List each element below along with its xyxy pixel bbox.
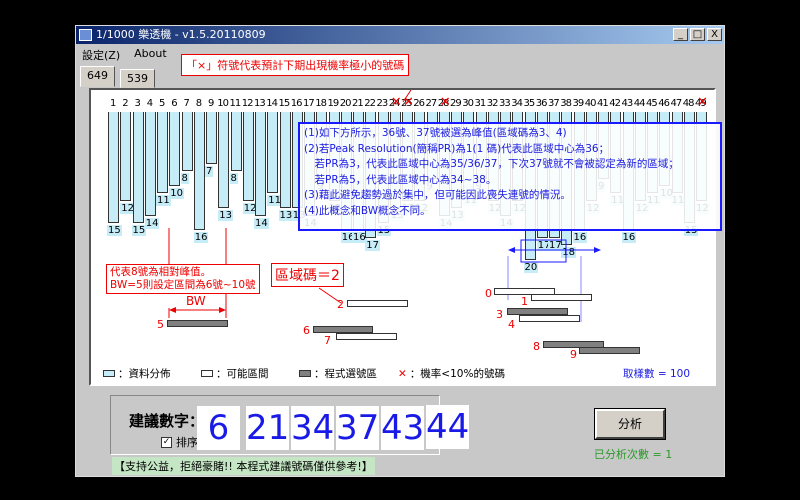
- legend-data: ：資料分佈: [103, 366, 171, 381]
- legend-label: ：程式選號區: [314, 368, 377, 380]
- analyze-button[interactable]: 分析: [594, 408, 666, 440]
- explanation-note: (1)如下方所示，36號、37號被選為峰值(區域碼為3、4) (2)若Peak …: [298, 122, 722, 231]
- bw-label: BW: [186, 294, 206, 308]
- sample-count: 取樣數 = 100: [623, 368, 691, 380]
- analysis-count: 已分析次數 = 1: [594, 448, 673, 461]
- bw-note: 代表8號為相對峰值。 BW=5則設定區間為6號~10號: [106, 264, 260, 294]
- interval-label: 8: [533, 340, 540, 353]
- app-window: 1/1000 樂透機 - v1.5.20110809 _ □ X 設定(Z) A…: [75, 25, 725, 477]
- interval-bar: [519, 315, 580, 322]
- region-box: [520, 239, 567, 263]
- interval-bar-selected: [507, 308, 568, 315]
- note-line: (1)如下方所示，36號、37號被選為峰值(區域碼為3、4): [304, 127, 567, 139]
- interval-bar: [347, 300, 408, 307]
- checkbox-checked-icon[interactable]: ✓: [161, 436, 172, 448]
- close-button[interactable]: X: [707, 28, 722, 41]
- chart-panel: 1 15 2 12 3 15 4 14 5 11 6 10 7 8 8 16 9 7 10 13 11 8 12 12 13 14…: [89, 88, 722, 386]
- window-title: 1/1000 樂透機 - v1.5.20110809: [96, 28, 266, 41]
- suggested-number: 34: [291, 406, 335, 450]
- menu-settings[interactable]: 設定(Z): [82, 47, 120, 63]
- suggested-number: 21: [246, 406, 290, 450]
- suggestion-panel: 建議數字： ✓ 排序 6 21 34 37 43: [110, 395, 440, 455]
- interval-label: 4: [508, 318, 515, 331]
- tab-649[interactable]: 649: [80, 66, 115, 87]
- interval-bar-selected: [579, 347, 640, 354]
- interval-label: 6: [303, 324, 310, 337]
- legend-cross: ✕ ：機率<10%的號碼: [398, 366, 505, 381]
- legend-swatch: [103, 370, 115, 377]
- interval-label: 5: [157, 318, 164, 331]
- suggested-number: 43: [381, 406, 425, 450]
- interval-label: 3: [496, 308, 503, 321]
- legend-label: ：機率<10%的號碼: [409, 368, 505, 380]
- minimize-button[interactable]: _: [673, 28, 688, 41]
- note-line: (3)藉此避免趨勢過於集中，但可能因此喪失連號的情況。: [304, 189, 571, 201]
- menu-about[interactable]: About: [134, 47, 167, 63]
- tab-539[interactable]: 539: [120, 69, 155, 88]
- legend-swatch: [201, 370, 213, 377]
- interval-bar: [531, 294, 592, 301]
- bw-note-line: 代表8號為相對峰值。: [110, 266, 212, 278]
- interval-label: 1: [521, 295, 528, 308]
- callout-leader-line: [402, 90, 412, 103]
- suggest-label: 建議數字：: [129, 412, 205, 430]
- suggested-number: 44: [426, 405, 470, 449]
- legend-label: ：資料分佈: [118, 368, 171, 380]
- interval-bar-selected: [167, 320, 228, 327]
- interval-label: 0: [485, 287, 492, 300]
- suggested-number: 6: [197, 406, 240, 450]
- note-line: 若PR為5，代表此區域中心為34~38。: [304, 173, 497, 186]
- note-line: 若PR為3，代表此區域中心為35/36/37，下次37號就不會被認定為新的區域；: [304, 158, 679, 170]
- cross-icon: ✕: [398, 367, 407, 380]
- suggested-number: 37: [336, 406, 380, 450]
- sort-label: 排序: [176, 436, 198, 449]
- footer-disclaimer: 【支持公益，拒絕豪賭!! 本程式建議號碼僅供參考!】: [112, 457, 375, 475]
- zone-code-note: 區域碼＝2: [271, 263, 344, 287]
- maximize-button[interactable]: □: [690, 28, 705, 41]
- exclusion-callout: 「×」符號代表預計下期出現機率極小的號碼: [181, 54, 410, 76]
- app-icon: [79, 29, 92, 41]
- note-line: (2)若Peak Resolution(簡稱PR)為1(1 碼)代表此區域中心為…: [304, 142, 610, 155]
- title-bar: 1/1000 樂透機 - v1.5.20110809 _ □ X: [76, 26, 724, 44]
- menu-bar: 設定(Z) About: [82, 47, 167, 63]
- bw-note-line: BW=5則設定區間為6號~10號: [110, 279, 256, 291]
- legend-selected: ：程式選號區: [299, 366, 377, 381]
- legend-swatch: [299, 370, 311, 377]
- legend-label: ：可能區間: [216, 368, 269, 380]
- note-line: (4)此概念和BW概念不同。: [304, 204, 431, 217]
- interval-bar-selected: [313, 326, 373, 333]
- interval-label: 9: [570, 348, 577, 361]
- interval-bar: [336, 333, 397, 340]
- legend-possible: ：可能區間: [201, 366, 269, 381]
- interval-label: 2: [337, 298, 344, 311]
- interval-label: 7: [324, 334, 331, 347]
- sort-checkbox[interactable]: ✓ 排序: [161, 434, 198, 450]
